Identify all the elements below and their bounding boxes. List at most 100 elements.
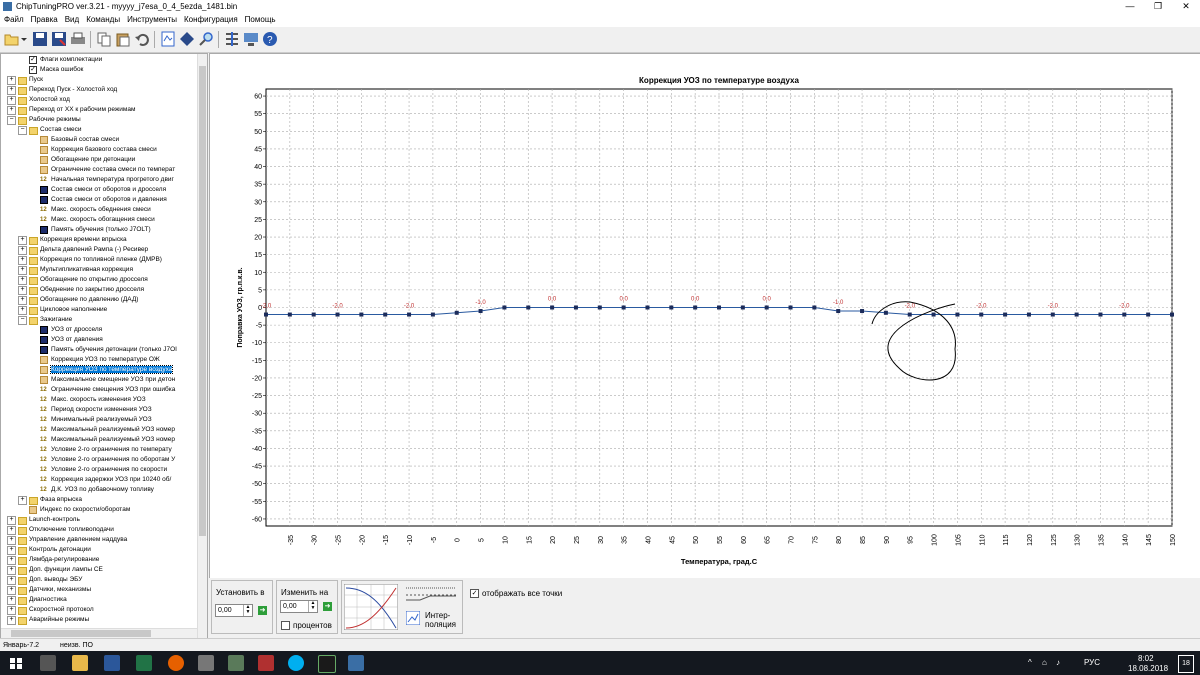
expand-icon[interactable]: + [18,496,27,505]
collapse-icon[interactable]: − [18,316,27,325]
help-icon[interactable]: ? [262,31,278,47]
tree-item[interactable]: + Обогащение по давлению (ДАД) [1,295,138,305]
expand-icon[interactable]: + [18,286,27,295]
tree-item[interactable]: Индекс по скорости/оборотам [1,505,130,515]
expand-icon[interactable]: + [7,86,16,95]
tree-item[interactable]: 12 Макс. скорость обогащения смеси [1,215,155,225]
tree-item[interactable]: − Зажигание [1,315,72,325]
expand-icon[interactable]: + [18,256,27,265]
tree-item[interactable]: + Доп. выводы ЭБУ [1,575,82,585]
chiptuning-icon[interactable] [318,655,336,673]
tree-item[interactable]: + Обеднение по закрытию дросселя [1,285,144,295]
tree-item[interactable]: + Контроль детонации [1,545,91,555]
tree-item[interactable]: + Пуск [1,75,43,85]
tree-item[interactable]: Базовый состав смеси [1,135,119,145]
tree-item[interactable]: 12 Макс. скорость изменения УОЗ [1,395,146,405]
skype-icon[interactable] [288,655,304,671]
tree-horizontal-scrollbar[interactable] [1,628,197,638]
expand-icon[interactable]: + [7,556,16,565]
tree-item[interactable]: + Коррекция времени впрыска [1,235,127,245]
interpolation-label-1[interactable]: Интер- [425,611,450,620]
expand-icon[interactable]: + [7,106,16,115]
tree-item[interactable]: + Отключение топливоподачи [1,525,114,535]
interpolation-curve-icon[interactable] [344,584,398,630]
paste-icon[interactable] [115,31,131,47]
tree-item[interactable]: + Лямбда-регулирование [1,555,99,565]
app-icon-4[interactable] [348,655,364,671]
expand-icon[interactable]: + [7,516,16,525]
explorer-icon[interactable] [72,655,88,671]
tree-item[interactable]: 12 Ограничение смещения УОЗ при ошибка [1,385,175,395]
expand-icon[interactable]: + [7,546,16,555]
expand-icon[interactable]: + [7,96,16,105]
tree-item[interactable]: + Дельта давлений Рампа (-) Ресивер [1,245,148,255]
tree-item[interactable]: 12 Коррекция задержки УОЗ при 10240 об/ [1,475,171,485]
tree-item[interactable]: + Переход Пуск - Холостой ход [1,85,117,95]
task-view-icon[interactable] [40,655,56,671]
expand-icon[interactable]: + [7,76,16,85]
volume-icon[interactable]: ♪ [1056,658,1060,667]
spin-arrows-icon[interactable]: ▲ ▼ [308,601,317,612]
expand-icon[interactable]: + [7,596,16,605]
tree-item[interactable]: ✓ Маска ошибок [1,65,83,75]
menu-help[interactable]: Помощь [241,13,279,24]
tree-item[interactable]: − Рабочие режимы [1,115,81,125]
collapse-icon[interactable]: − [18,126,27,135]
scrollbar-thumb[interactable] [199,66,206,536]
tree-item[interactable]: 12 Максимальный реализуемый УОЗ номер [1,425,175,435]
spin-arrows-icon[interactable]: ▲ ▼ [243,605,252,616]
interpolation-label-2[interactable]: поляция [425,620,456,629]
tree-item[interactable]: ✓ Флаги комплектации [1,55,102,65]
print-icon[interactable] [70,31,86,47]
tree-item[interactable]: + Launch-контроль [1,515,80,525]
set-value-input[interactable]: 0,00 ▲ ▼ [215,604,253,617]
menu-commands[interactable]: Команды [82,13,123,24]
compare-icon[interactable] [224,31,240,47]
tree-item[interactable]: + Мультипликативная коррекция [1,265,133,275]
expand-icon[interactable]: + [18,296,27,305]
tree-item[interactable]: + Обогащение по открытию дросселя [1,275,148,285]
expand-icon[interactable]: + [18,276,27,285]
expand-icon[interactable]: + [7,606,16,615]
tree-item[interactable]: 12 Минимальный реализуемый УОЗ [1,415,152,425]
tree-item[interactable]: − Состав смеси [1,125,82,135]
open-icon[interactable] [4,31,20,47]
tree-item[interactable]: 12 Условие 2-го ограничения по оборотам У [1,455,175,465]
expand-icon[interactable]: + [18,306,27,315]
find-icon[interactable] [198,31,214,47]
tree-vertical-scrollbar[interactable] [197,54,207,638]
tree-item[interactable]: + Холостой ход [1,95,70,105]
save-as-icon[interactable] [51,31,67,47]
tree-item[interactable]: + Цикловое наполнение [1,305,107,315]
app-icon-2[interactable] [228,655,244,671]
tree-item[interactable]: + Доп. функции лампы CE [1,565,103,575]
scrollbar-thumb[interactable] [11,630,151,637]
tree-item[interactable]: Обогащение при детонации [1,155,135,165]
expand-icon[interactable]: + [7,566,16,575]
show-points-checkbox[interactable]: ✓ [470,589,479,598]
expand-icon[interactable]: + [18,266,27,275]
tree-item[interactable]: Память обучения (только J7OLT) [1,225,151,235]
tree-item[interactable]: + Аварийные режимы [1,615,89,625]
excel-icon[interactable] [136,655,152,671]
tree-item[interactable]: + Управление давлением наддува [1,535,127,545]
collapse-icon[interactable]: − [7,116,16,125]
undo-icon[interactable] [134,31,150,47]
tree-item[interactable]: + Фаза впрыска [1,495,82,505]
tree-item[interactable]: Состав смеси от оборотов и дросселя [1,185,166,195]
clock-date[interactable]: 18.08.2018 [1128,664,1168,673]
word-icon[interactable] [104,655,120,671]
parameter-tree[interactable]: ✓ Флаги комплектации ✓ Маска ошибок + Пуск + Пе… [0,53,208,639]
tree-item[interactable]: 12 Условие 2-го ограничения по температу [1,445,172,455]
tree-item[interactable]: Коррекция УОЗ по температуре ОЖ [1,355,160,365]
expand-icon[interactable]: + [7,576,16,585]
firefox-icon[interactable] [168,655,184,671]
tree-item[interactable]: + Датчики, механизмы [1,585,91,595]
tree-item[interactable]: Максимальное смещение УОЗ при детон [1,375,175,385]
expand-icon[interactable]: + [7,586,16,595]
app-icon-1[interactable] [198,655,214,671]
tree-item[interactable]: 12 Период скорости изменения УОЗ [1,405,152,415]
tree-item[interactable]: + Диагностика [1,595,67,605]
network-icon[interactable]: ⌂ [1042,658,1047,667]
line-style-icon[interactable] [404,584,458,604]
